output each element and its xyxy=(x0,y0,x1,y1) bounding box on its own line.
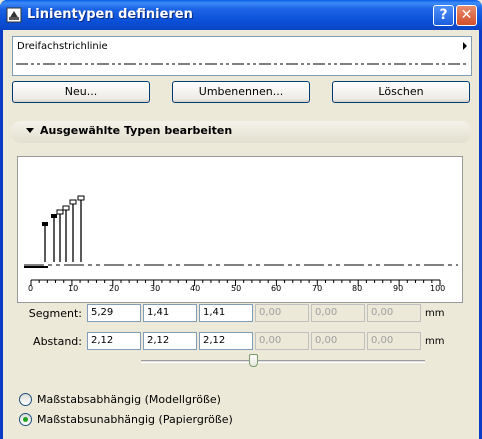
segment-handle[interactable] xyxy=(51,214,57,218)
gap-field-4: 0,00 xyxy=(255,332,309,350)
gap-field-5: 0,00 xyxy=(311,332,365,350)
ruler-labels: 0 10 20 30 40 50 60 70 80 90 100 xyxy=(17,284,463,296)
ruler-label: 40 xyxy=(190,284,201,293)
rename-button[interactable]: Umbenennen... xyxy=(172,81,310,103)
scale-slider-track[interactable] xyxy=(141,360,425,363)
app-icon xyxy=(6,7,22,23)
close-button[interactable]: ✕ xyxy=(456,5,477,26)
ruler-label: 90 xyxy=(393,284,404,293)
gap-field-3[interactable]: 2,12 xyxy=(199,332,253,350)
linetype-name: Dreifachstrichlinie xyxy=(17,41,108,52)
window-title: Linientypen definieren xyxy=(27,7,193,22)
segment-handle[interactable] xyxy=(69,199,77,205)
radio-paper-scale[interactable]: Maßstabsunabhängig (Papiergröße) xyxy=(19,412,239,428)
collapse-triangle-icon[interactable] xyxy=(26,128,34,133)
submenu-arrow-icon[interactable] xyxy=(463,42,467,50)
radio-label: Maßstabsunabhängig (Papiergröße) xyxy=(37,413,233,426)
segment-handle[interactable] xyxy=(56,209,64,215)
segment-field-2[interactable]: 1,41 xyxy=(143,304,197,322)
ruler-label: 80 xyxy=(352,284,363,293)
radio-button[interactable] xyxy=(19,413,32,426)
radio-button[interactable] xyxy=(19,393,32,406)
gap-field-6: 0,00 xyxy=(367,332,421,350)
title-bar[interactable]: Linientypen definieren ? ✕ xyxy=(0,0,482,30)
scale-slider-thumb[interactable] xyxy=(249,354,258,367)
gap-field-2[interactable]: 2,12 xyxy=(143,332,197,350)
segment-handle[interactable] xyxy=(42,222,48,226)
segment-unit: mm xyxy=(425,308,445,319)
radio-model-scale[interactable]: Maßstabsabhängig (Modellgröße) xyxy=(19,392,239,408)
gap-label: Abstand: xyxy=(33,335,82,348)
dialog-client-area: Dreifachstrichlinie Neu... Umbenennen...… xyxy=(3,30,479,439)
close-icon: ✕ xyxy=(460,7,473,23)
ruler-label: 60 xyxy=(271,284,282,293)
gap-field-1[interactable]: 2,12 xyxy=(87,332,141,350)
segment-field-5: 0,00 xyxy=(311,304,365,322)
section-title: Ausgewählte Typen bearbeiten xyxy=(40,124,233,137)
section-header[interactable]: Ausgewählte Typen bearbeiten xyxy=(11,121,471,143)
ruler-label: 100 xyxy=(430,284,446,293)
gap-unit: mm xyxy=(425,336,445,347)
ruler-label: 20 xyxy=(109,284,120,293)
linetype-selector[interactable]: Dreifachstrichlinie xyxy=(12,36,472,76)
linetype-sample-preview xyxy=(16,63,468,65)
ruler-label: 0 xyxy=(28,284,34,293)
segment-handle[interactable] xyxy=(77,195,85,201)
radio-selected-dot xyxy=(23,417,28,422)
segment-label: Segment: xyxy=(28,307,82,320)
dialog-window: Linientypen definieren ? ✕ Dreifachstric… xyxy=(0,0,482,439)
ruler-label: 50 xyxy=(231,284,242,293)
segment-handle[interactable] xyxy=(62,205,70,211)
help-button[interactable]: ? xyxy=(433,5,454,26)
help-icon: ? xyxy=(439,7,448,23)
ruler-label: 30 xyxy=(150,284,161,293)
ruler-label: 70 xyxy=(312,284,323,293)
segment-field-1[interactable]: 5,29 xyxy=(87,304,141,322)
new-button[interactable]: Neu... xyxy=(12,81,150,103)
radio-label: Maßstabsabhängig (Modellgröße) xyxy=(37,393,221,406)
delete-button[interactable]: Löschen xyxy=(332,81,470,103)
segment-field-6: 0,00 xyxy=(367,304,421,322)
ruler-label: 10 xyxy=(68,284,79,293)
segment-field-3[interactable]: 1,41 xyxy=(199,304,253,322)
segment-field-4: 0,00 xyxy=(255,304,309,322)
